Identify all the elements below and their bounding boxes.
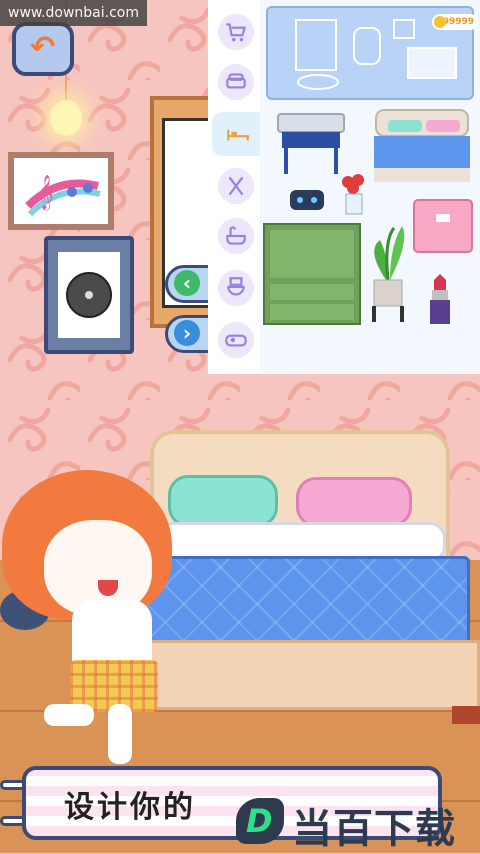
sofa-icon (226, 73, 246, 89)
category-cart[interactable] (216, 12, 256, 52)
item-flower-vase[interactable] (342, 174, 364, 215)
item-double-bed[interactable] (374, 109, 470, 182)
category-bath[interactable] (216, 216, 256, 256)
item-grid (263, 109, 473, 325)
coin-icon (434, 16, 446, 28)
frame-inner (58, 252, 120, 338)
coin-value: 99999 (442, 17, 474, 27)
item-panel: 99999 (260, 0, 480, 374)
pillow-pink[interactable] (296, 477, 412, 527)
category-sidebar (208, 0, 264, 374)
bed-icon (227, 129, 249, 141)
chevron-right-icon: › (174, 320, 200, 346)
site-logo: D 当百下载 (236, 796, 476, 852)
category-kitchen[interactable] (216, 166, 256, 206)
item-robot-toy[interactable] (290, 190, 324, 210)
category-games[interactable] (216, 320, 256, 360)
back-arrow-icon: ↶ (30, 30, 56, 65)
vinyl-record-frame[interactable] (44, 236, 134, 354)
logo-mark-letter: D (246, 802, 273, 840)
item-pink-box[interactable] (413, 199, 473, 253)
item-green-wardrobe[interactable] (263, 223, 361, 325)
room-preview[interactable]: 99999 (266, 6, 478, 100)
gamepad-icon (225, 334, 247, 347)
bathtub-icon (226, 226, 246, 245)
logo-mark-icon: D (236, 798, 284, 844)
category-toilet[interactable] (216, 268, 256, 308)
logo-text: 当百下载 (292, 806, 456, 852)
music-notes-picture[interactable]: 𝄞 (8, 152, 114, 230)
pillow-teal[interactable] (168, 475, 278, 527)
item-potted-plant[interactable] (372, 226, 405, 322)
character-leg-left (44, 704, 94, 726)
coin-counter: 99999 (432, 14, 478, 30)
category-sofa[interactable] (216, 62, 256, 102)
kitchen-utensils-icon (228, 176, 244, 196)
vinyl-disc-icon (66, 272, 112, 318)
item-blue-desk[interactable] (277, 113, 345, 174)
light-bulb[interactable] (50, 100, 82, 136)
category-bed[interactable] (212, 112, 264, 156)
shopping-cart-icon (226, 23, 247, 42)
svg-text:𝄞: 𝄞 (36, 175, 54, 211)
watermark: www.downbai.com (0, 0, 147, 26)
item-lipstick[interactable] (430, 274, 450, 324)
music-notes-icon: 𝄞 (25, 175, 101, 217)
slogan-text: 设计你的 (64, 790, 196, 825)
back-button[interactable]: ↶ (12, 22, 74, 76)
toilet-icon (227, 277, 245, 296)
character-leg-right (108, 704, 132, 764)
bed-leg (452, 706, 480, 724)
chevron-left-icon: ‹ (174, 270, 200, 296)
